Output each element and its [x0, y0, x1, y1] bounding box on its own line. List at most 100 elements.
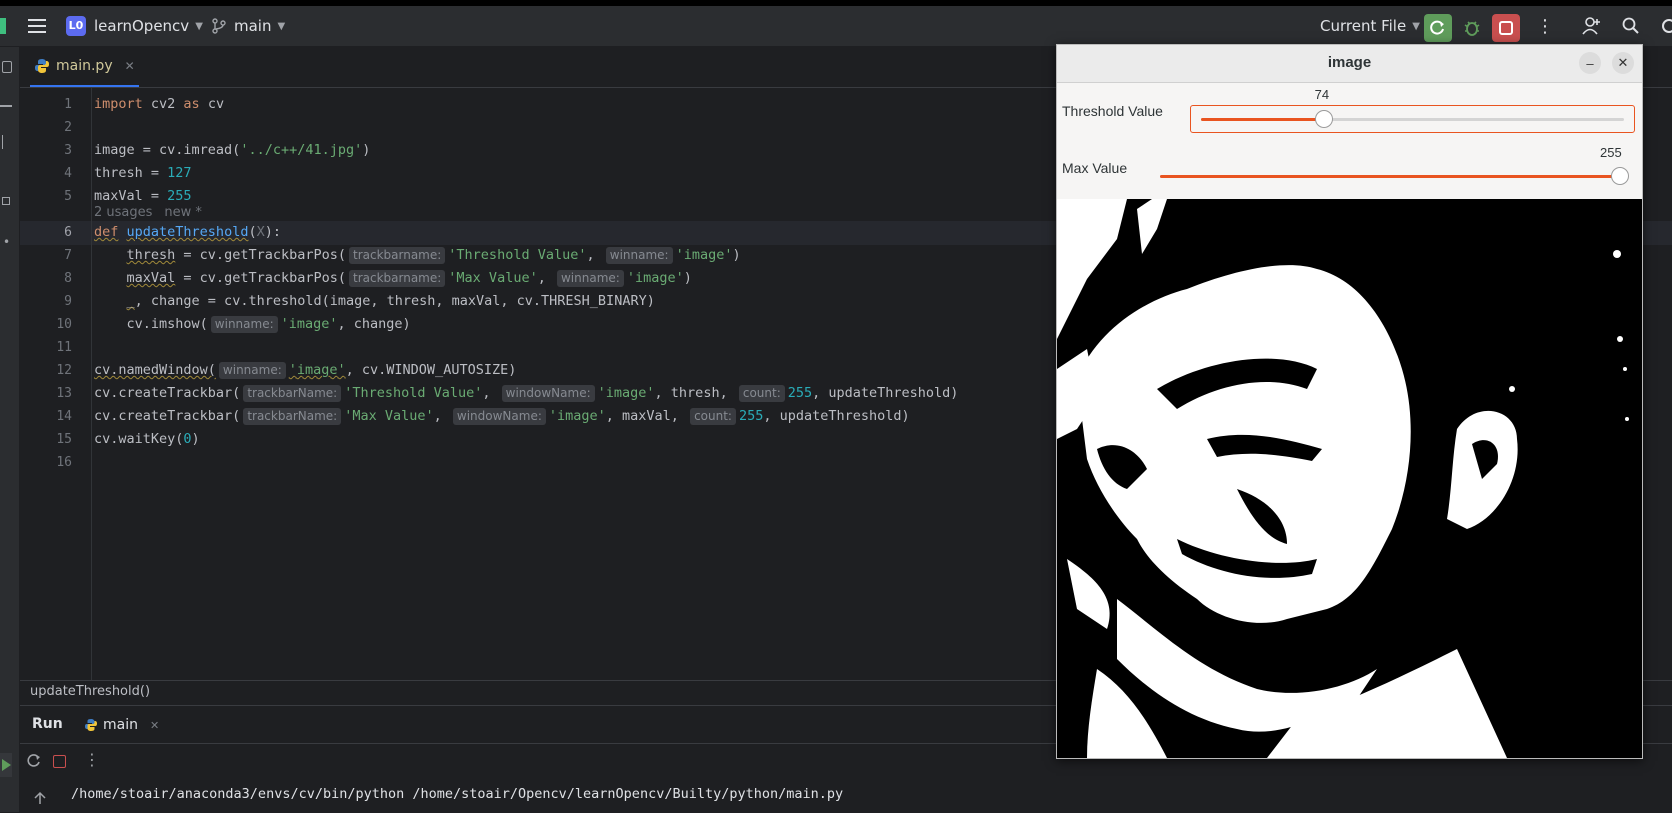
code-token: 'Max Value' [448, 270, 538, 286]
tab-main-py[interactable]: main.py ✕ [30, 47, 139, 87]
trackbar-label: Threshold Value [1062, 103, 1163, 119]
trackbar-knob[interactable] [1611, 167, 1629, 185]
python-file-icon [85, 719, 97, 731]
param-hint: winname: [556, 270, 624, 287]
usages-count[interactable]: 2 usages [94, 205, 152, 220]
code-token: X [256, 224, 265, 240]
trackbar-threshold[interactable] [1190, 105, 1635, 133]
close-icon: ✕ [1617, 55, 1629, 70]
close-tab-icon[interactable]: ✕ [150, 719, 159, 732]
code-token: 0 [183, 431, 192, 447]
more-actions-button[interactable]: ⋮ [1536, 6, 1554, 46]
param-hint: winname: [605, 247, 673, 264]
close-tab-icon[interactable]: ✕ [125, 59, 135, 73]
code-token: cv.createTrackbar( [94, 408, 241, 424]
breadcrumb-item[interactable]: updateThreshold() [30, 684, 150, 699]
code-token: , [433, 408, 442, 424]
usages-hint[interactable]: 2 usages new * [94, 204, 202, 220]
code-token: 255 [738, 408, 764, 424]
code-line-14: cv.createTrackbar(trackbarName: 'Max Valu… [94, 408, 910, 425]
window-title: image [1327, 54, 1372, 71]
run-tab-main[interactable]: main ✕ [84, 714, 159, 736]
trackbar-value: 74 [1314, 87, 1330, 102]
code-line-3: image = cv.imread('../c++/41.jpg') [94, 142, 370, 158]
code-token: , updateThreshold) [763, 408, 910, 424]
app-edge-icon [0, 6, 10, 46]
code-line-9: _, change = cv.threshold(image, thresh, … [94, 293, 655, 309]
code-token: , [537, 270, 546, 286]
trackbar-fill [1201, 118, 1324, 121]
project-icon[interactable] [2, 61, 12, 73]
line-number: 2 [64, 120, 72, 135]
line-number: 5 [64, 189, 72, 204]
param-hint: trackbarName: [243, 408, 342, 425]
minimize-button[interactable]: – [1579, 52, 1601, 74]
add-user-icon [1582, 17, 1600, 35]
search-button[interactable] [1622, 6, 1640, 46]
code-line-4: thresh = 127 [94, 165, 192, 181]
code-token: 'Threshold Value' [344, 385, 483, 401]
code-line-10: cv.imshow(winname:'image', change) [94, 316, 411, 333]
line-number: 10 [56, 317, 72, 332]
stop-button[interactable] [1492, 14, 1520, 42]
opencv-image-window[interactable]: image – ✕ Threshold Value 74 Max Value 2… [1056, 44, 1643, 759]
line-number: 4 [64, 166, 72, 181]
line-number: 3 [64, 143, 72, 158]
trackbar-knob[interactable] [1314, 110, 1333, 128]
add-user-button[interactable] [1582, 6, 1602, 46]
branch-selector[interactable]: main ▼ [212, 6, 285, 46]
code-token: cv [199, 96, 225, 112]
code-token: as [183, 96, 200, 112]
trackbar-max[interactable] [1160, 163, 1640, 191]
branch-name: main [234, 17, 272, 35]
pull-request-icon[interactable] [2, 135, 9, 149]
rerun-button[interactable] [1424, 14, 1452, 42]
commit-icon[interactable] [0, 105, 12, 107]
run-config-selector[interactable]: Current File ▼ [1320, 6, 1420, 46]
stop-icon[interactable] [53, 755, 66, 768]
thresholded-image [1057, 199, 1642, 758]
trackbar-value: 255 [1600, 145, 1622, 160]
code-token: cv.createTrackbar( [94, 385, 241, 401]
code-line-15: cv.waitKey(0) [94, 431, 200, 447]
code-line-6: def updateThreshold(X): [94, 224, 281, 240]
run-tab-label: main [103, 717, 138, 733]
code-token: ) [362, 142, 371, 158]
rerun-icon [1430, 20, 1444, 35]
settings-button[interactable] [1660, 6, 1672, 46]
chevron-down-icon: ▼ [1412, 20, 1420, 32]
param-hint: trackbarname: [348, 247, 446, 264]
code-line-13: cv.createTrackbar(trackbarName: 'Threshol… [94, 385, 958, 402]
stop-icon [1499, 21, 1513, 35]
run-panel-title: Run [32, 716, 63, 732]
run-tool-icon[interactable] [0, 753, 12, 777]
rerun-button[interactable] [26, 753, 42, 773]
structure-icon[interactable] [2, 197, 10, 205]
minimize-icon: – [1586, 55, 1594, 71]
line-number: 14 [56, 409, 72, 424]
code-token: , maxVal, [605, 408, 679, 424]
main-menu-button[interactable] [28, 6, 46, 46]
code-token: maxVal [126, 270, 176, 286]
code-line-8: maxVal = cv.getTrackbarPos(trackbarname:… [94, 270, 692, 287]
code-token: , [482, 385, 491, 401]
code-token: image = cv.imread( [94, 142, 241, 158]
console-command: /home/stoair/anaconda3/envs/cv/bin/pytho… [71, 786, 844, 802]
debug-button[interactable] [1458, 14, 1486, 42]
param-hint: winname: [210, 316, 278, 333]
close-button[interactable]: ✕ [1612, 52, 1634, 74]
param-hint: count: [738, 385, 785, 402]
more-tools-icon[interactable]: • [3, 235, 10, 249]
code-token: 'image' [288, 362, 346, 378]
code-token: '../c++/41.jpg' [240, 142, 363, 158]
window-title-bar[interactable]: image – ✕ [1057, 45, 1642, 83]
project-selector[interactable]: L0 learnOpencv ▼ [66, 6, 203, 46]
scroll-up-button[interactable] [34, 791, 46, 809]
usages-new: new * [164, 205, 202, 220]
code-token: ) [732, 247, 741, 263]
code-token: ( [248, 224, 257, 240]
code-token: , cv.WINDOW_AUTOSIZE) [345, 362, 517, 378]
line-number: 1 [64, 97, 72, 112]
more-vertical-icon[interactable]: ⋮ [84, 750, 100, 769]
line-number: 12 [56, 363, 72, 378]
